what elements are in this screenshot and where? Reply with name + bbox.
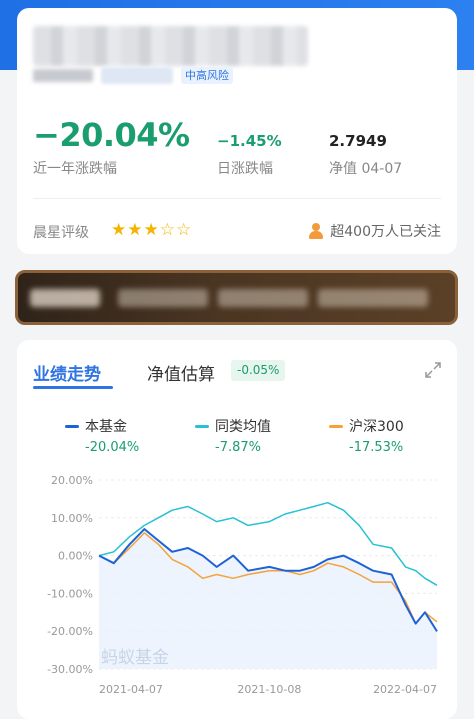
legend-swatch bbox=[329, 424, 343, 428]
fund-meta-row: 中高风险 bbox=[33, 66, 233, 84]
one-year-return-label: 近一年涨跌幅 bbox=[33, 161, 117, 177]
followers-text: 超400万人已关注 bbox=[330, 224, 441, 240]
fund-code-redacted bbox=[33, 68, 93, 82]
tab-active-indicator bbox=[33, 386, 113, 389]
legend-value: -17.53% bbox=[349, 440, 404, 455]
legend-label: 本基金 bbox=[85, 419, 127, 435]
x-tick-label: 2021-04-07 bbox=[99, 683, 163, 696]
y-tick-label: -20.00% bbox=[47, 625, 93, 638]
banner-text-redacted bbox=[30, 289, 100, 307]
performance-line-chart[interactable]: 20.00% 10.00% 0.00% -10.00% -20.00% -30.00% 20… bbox=[17, 460, 457, 719]
tab-performance[interactable]: 业绩走势 bbox=[33, 360, 101, 385]
risk-level-tag: 中高风险 bbox=[181, 66, 233, 84]
nav-value: 2.7949 bbox=[329, 132, 387, 150]
performance-chart-card: 业绩走势 净值估算 -0.05% 本基金 -20.04% 同类均值 -7.87%… bbox=[17, 340, 457, 719]
fund-type-tag-redacted bbox=[101, 66, 173, 84]
legend-item-fund: 本基金 -20.04% bbox=[65, 416, 139, 455]
legend-value: -20.04% bbox=[85, 440, 140, 455]
y-tick-label: -10.00% bbox=[47, 587, 93, 600]
star-empty-icon: ☆ bbox=[176, 220, 193, 240]
legend-swatch bbox=[195, 424, 209, 428]
estimate-change-badge: -0.05% bbox=[231, 360, 286, 381]
morningstar-rating-label[interactable]: 晨星评级 bbox=[33, 222, 89, 242]
y-tick-label: 0.00% bbox=[58, 550, 93, 563]
star-filled-icon: ★ bbox=[111, 220, 128, 240]
legend-item-csi300: 沪深300 -17.53% bbox=[329, 416, 404, 455]
banner-text-redacted bbox=[218, 289, 308, 307]
x-tick-label: 2021-10-08 bbox=[237, 683, 301, 696]
y-tick-label: 20.00% bbox=[51, 474, 93, 487]
expand-icon[interactable] bbox=[425, 362, 441, 378]
person-icon bbox=[308, 223, 324, 239]
watermark-text: 蚂蚁基金 bbox=[101, 648, 169, 668]
banner-text-redacted bbox=[318, 289, 428, 307]
legend-value: -7.87% bbox=[215, 440, 261, 455]
legend-label: 同类均值 bbox=[215, 419, 271, 435]
x-tick-label: 2022-04-07 bbox=[373, 683, 437, 696]
y-tick-label: -30.00% bbox=[47, 663, 93, 676]
daily-change-label: 日涨跌幅 bbox=[217, 161, 273, 177]
star-filled-icon: ★ bbox=[143, 220, 160, 240]
divider bbox=[33, 198, 441, 199]
fund-summary-card: 中高风险 −20.04% 近一年涨跌幅 −1.45% 日涨跌幅 2.7949 净… bbox=[17, 8, 457, 254]
star-empty-icon: ☆ bbox=[159, 220, 176, 240]
tab-nav-estimate[interactable]: 净值估算 bbox=[147, 360, 215, 385]
star-filled-icon: ★ bbox=[127, 220, 144, 240]
promo-banner[interactable] bbox=[15, 270, 458, 325]
legend-label: 沪深300 bbox=[349, 419, 404, 435]
legend-swatch bbox=[65, 424, 79, 428]
fund-name-redacted bbox=[33, 26, 308, 66]
one-year-return-value: −20.04% bbox=[33, 116, 190, 154]
followers-info[interactable]: 超400万人已关注 bbox=[308, 221, 441, 241]
rating-stars[interactable]: ★★★☆☆ bbox=[111, 220, 192, 240]
daily-change-value: −1.45% bbox=[217, 132, 282, 150]
banner-text-redacted bbox=[118, 289, 208, 307]
nav-label: 净值 04-07 bbox=[329, 161, 403, 177]
legend-item-category-average: 同类均值 -7.87% bbox=[195, 416, 271, 455]
y-tick-label: 10.00% bbox=[51, 512, 93, 525]
